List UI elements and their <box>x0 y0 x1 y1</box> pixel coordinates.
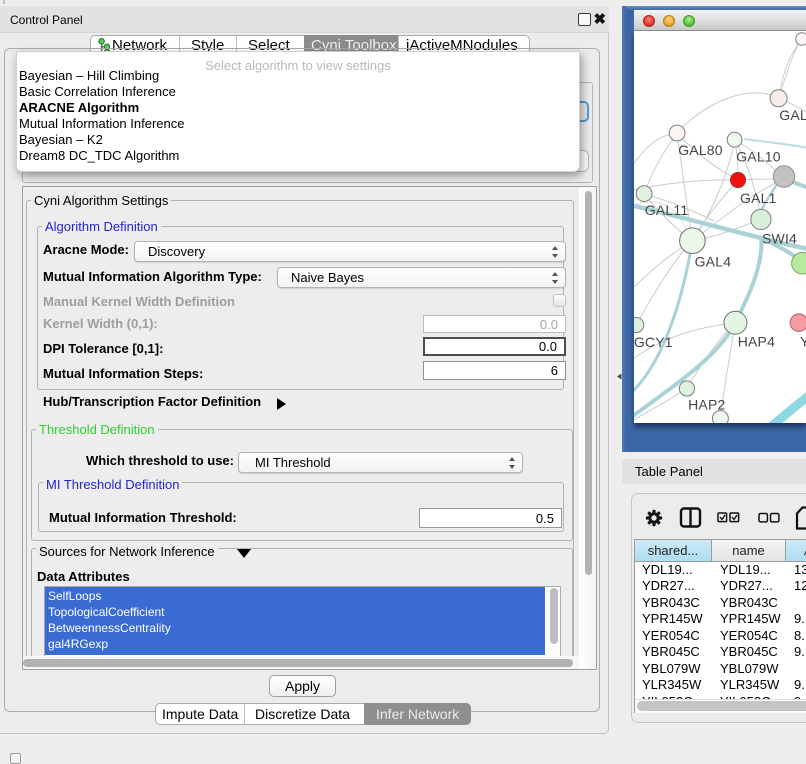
svg-text:GCY1: GCY1 <box>634 334 673 350</box>
svg-text:GAL10: GAL10 <box>736 149 781 165</box>
svg-text:SWI4: SWI4 <box>762 230 797 246</box>
svg-text:GAL11: GAL11 <box>645 202 689 218</box>
svg-text:HAP2: HAP2 <box>688 397 725 413</box>
svg-text:GAL80: GAL80 <box>678 142 723 158</box>
svg-text:GAL: GAL <box>779 107 806 123</box>
svg-text:GAL1: GAL1 <box>740 190 777 206</box>
svg-text:Y: Y <box>800 334 806 350</box>
svg-text:GAL4: GAL4 <box>695 254 732 270</box>
svg-text:HAP4: HAP4 <box>738 334 775 350</box>
